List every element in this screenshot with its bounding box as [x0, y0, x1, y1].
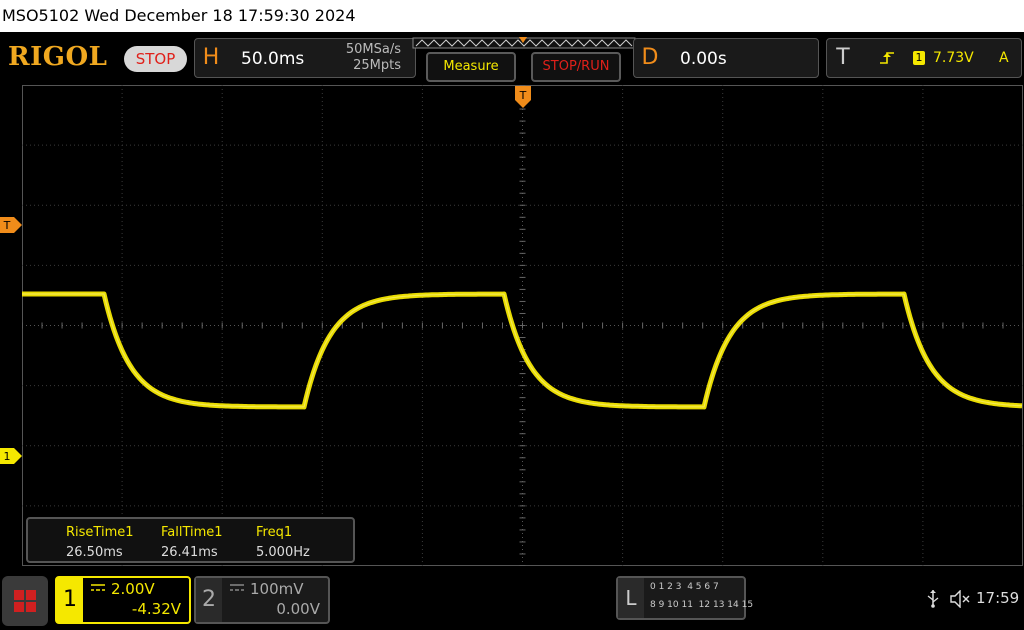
channel1-number: 1: [57, 578, 83, 622]
channel2-box[interactable]: 2 100mV 0.00V: [194, 576, 330, 624]
channel1-waveform-core: [22, 293, 1023, 408]
channel1-scale: 2.00V: [111, 580, 155, 598]
sample-rate: 50MSa/s: [345, 42, 401, 57]
delay-value: 0.00s: [680, 49, 727, 69]
trigger-level: 7.73V: [933, 50, 974, 66]
waveform-display[interactable]: [22, 85, 1023, 566]
trigger-panel[interactable]: T 1 7.73V A: [826, 38, 1022, 78]
trigger-letter: T: [836, 45, 850, 70]
channel1-offset-marker[interactable]: 1: [0, 448, 22, 464]
measure-label-risetime: RiseTime1: [66, 525, 134, 540]
memory-depth: 25Mpts: [353, 58, 401, 73]
trigger-position-marker[interactable]: T: [515, 86, 531, 110]
channel1-offset-marker-label: 1: [4, 450, 11, 463]
stop-run-button[interactable]: STOP/RUN: [531, 52, 621, 82]
trigger-mode: A: [999, 50, 1009, 66]
logic-channels-box[interactable]: L 0 1 2 3 4 5 6 7 8 9 10 11 12 13 14 15: [616, 576, 753, 620]
measure-button[interactable]: Measure: [426, 52, 516, 82]
usb-icon: [927, 590, 939, 608]
trigger-level-marker-label: T: [3, 219, 11, 232]
dc-coupling-icon: [91, 584, 105, 591]
title-text: MSO5102 Wed December 18 17:59:30 2024: [2, 6, 356, 25]
main-menu-button[interactable]: [2, 576, 48, 626]
rising-edge-icon: [880, 52, 894, 64]
run-status-badge[interactable]: STOP: [124, 46, 187, 72]
delay-letter: D: [641, 45, 659, 70]
channel2-number: 2: [196, 578, 222, 622]
measure-value-risetime: 26.50ms: [66, 545, 123, 560]
channel2-offset: 0.00V: [276, 600, 320, 618]
measurement-panel[interactable]: RiseTime1 26.50ms FallTime1 26.41ms Freq…: [26, 517, 355, 563]
measure-label-falltime: FallTime1: [161, 525, 223, 540]
trigger-source-badge: 1: [913, 51, 925, 65]
channel1-offset: -4.32V: [131, 600, 181, 618]
logic-letter: L: [618, 578, 644, 618]
channel1-box[interactable]: 1 2.00V -4.32V: [55, 576, 191, 624]
dc-coupling-icon: [230, 584, 244, 591]
logic-row-low: 0 1 2 3 4 5 6 7: [650, 582, 719, 592]
timebase-value: 50.0ms: [241, 49, 305, 69]
clock-time: 17:59: [976, 589, 1020, 607]
title-bar: MSO5102 Wed December 18 17:59:30 2024: [0, 0, 1024, 32]
measure-label-freq: Freq1: [256, 525, 293, 540]
trigger-position-label: T: [519, 89, 527, 102]
measure-value-freq: 5.000Hz: [256, 545, 310, 560]
grid-menu-icon: [14, 590, 36, 612]
memory-overview-strip: [412, 37, 636, 49]
channel2-scale: 100mV: [250, 580, 304, 598]
rigol-logo: RIGOL: [8, 42, 108, 72]
logic-row-high: 8 9 10 11 12 13 14 15: [650, 600, 754, 610]
delay-panel[interactable]: D 0.00s: [633, 38, 819, 78]
trigger-level-marker[interactable]: T: [0, 217, 22, 233]
speaker-muted-icon[interactable]: [950, 590, 972, 608]
horizontal-panel[interactable]: H 50.0ms 50MSa/s 25Mpts: [194, 38, 416, 78]
graticule: [22, 85, 1023, 566]
measure-value-falltime: 26.41ms: [161, 545, 218, 560]
horizontal-letter: H: [202, 45, 220, 70]
